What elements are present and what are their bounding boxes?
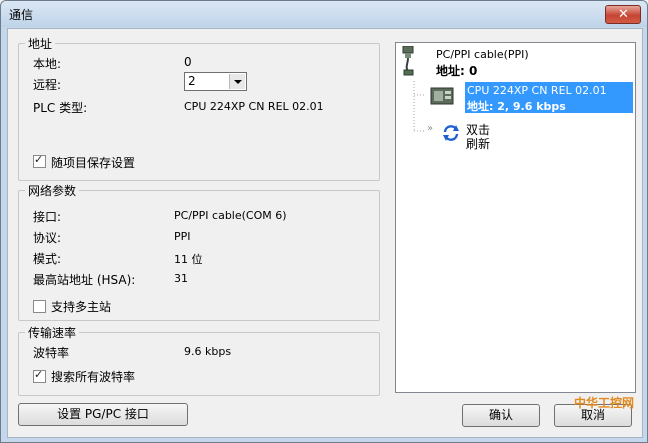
multi-master-label[interactable]: 支持多主站 <box>51 298 111 315</box>
baud-rate-legend: 传输速率 <box>25 324 80 341</box>
search-all-baud-label[interactable]: 搜索所有波特率 <box>51 368 135 385</box>
remote-address-value: 2 <box>188 74 196 88</box>
plc-type-label: PLC 类型: <box>33 101 88 115</box>
multi-master-checkbox[interactable] <box>33 300 46 313</box>
local-value: 0 <box>184 55 192 69</box>
cpu-name[interactable]: CPU 224XP CN REL 02.01 <box>467 84 607 97</box>
baud-rate-group: 传输速率 波特率 9.6 kbps 搜索所有波特率 <box>18 324 380 396</box>
cpu-address[interactable]: 地址: 2, 9.6 kbps <box>467 98 566 114</box>
remote-label: 远程: <box>33 78 62 92</box>
close-icon: ✕ <box>618 7 629 22</box>
communication-dialog: 通信 ✕ 地址 本地: 0 远程: 2 PLC 类型: CPU 224XP CN… <box>0 0 648 443</box>
plc-type-value: CPU 224XP CN REL 02.01 <box>184 100 324 113</box>
protocol-label: 协议: <box>33 231 62 245</box>
ok-button[interactable]: 确认 <box>462 404 540 427</box>
title-bar[interactable]: 通信 ✕ <box>1 1 647 27</box>
save-with-project-label[interactable]: 随项目保存设置 <box>51 154 135 171</box>
window-title: 通信 <box>9 8 34 22</box>
set-pgpc-interface-button[interactable]: 设置 PG/PC 接口 <box>18 403 188 426</box>
remote-address-dropdown[interactable]: 2 <box>184 72 247 91</box>
cable-name: PC/PPI cable(PPI) <box>436 48 529 61</box>
save-with-project-checkbox[interactable] <box>33 153 46 168</box>
address-group: 地址 本地: 0 远程: 2 PLC 类型: CPU 224XP CN REL … <box>18 35 380 181</box>
double-arrow-icon: » <box>427 123 434 134</box>
network-params-group: 网络参数 接口: PC/PPI cable(COM 6) 协议: PPI 模式:… <box>18 182 380 321</box>
network-params-legend: 网络参数 <box>25 182 80 199</box>
interface-label: 接口: <box>33 210 62 224</box>
baud-rate-label: 波特率 <box>33 346 70 360</box>
dialog-client-area: 地址 本地: 0 远程: 2 PLC 类型: CPU 224XP CN REL … <box>7 28 643 438</box>
interface-value: PC/PPI cable(COM 6) <box>174 209 287 222</box>
local-label: 本地: <box>33 57 62 71</box>
refresh-icon[interactable] <box>441 123 461 143</box>
refresh-line2[interactable]: 刷新 <box>466 135 490 152</box>
mode-value: 11 位 <box>174 253 203 266</box>
hsa-value: 31 <box>174 272 188 285</box>
network-tree[interactable]: PC/PPI cable(PPI) 地址: 0 CPU 224XP CN REL… <box>395 42 636 393</box>
cable-address: 地址: 0 <box>436 64 478 78</box>
close-button[interactable]: ✕ <box>605 5 641 24</box>
address-group-legend: 地址 <box>25 35 56 52</box>
plc-cpu-icon <box>430 87 454 105</box>
pc-cable-icon <box>402 46 414 76</box>
hsa-label: 最高站地址 (HSA): <box>33 273 136 287</box>
chevron-down-icon[interactable] <box>229 74 245 89</box>
watermark-logo: 中华工控网 <box>573 396 634 410</box>
protocol-value: PPI <box>174 230 191 243</box>
baud-rate-value: 9.6 kbps <box>184 345 232 358</box>
search-all-baud-checkbox[interactable] <box>33 368 46 383</box>
mode-label: 模式: <box>33 252 62 266</box>
